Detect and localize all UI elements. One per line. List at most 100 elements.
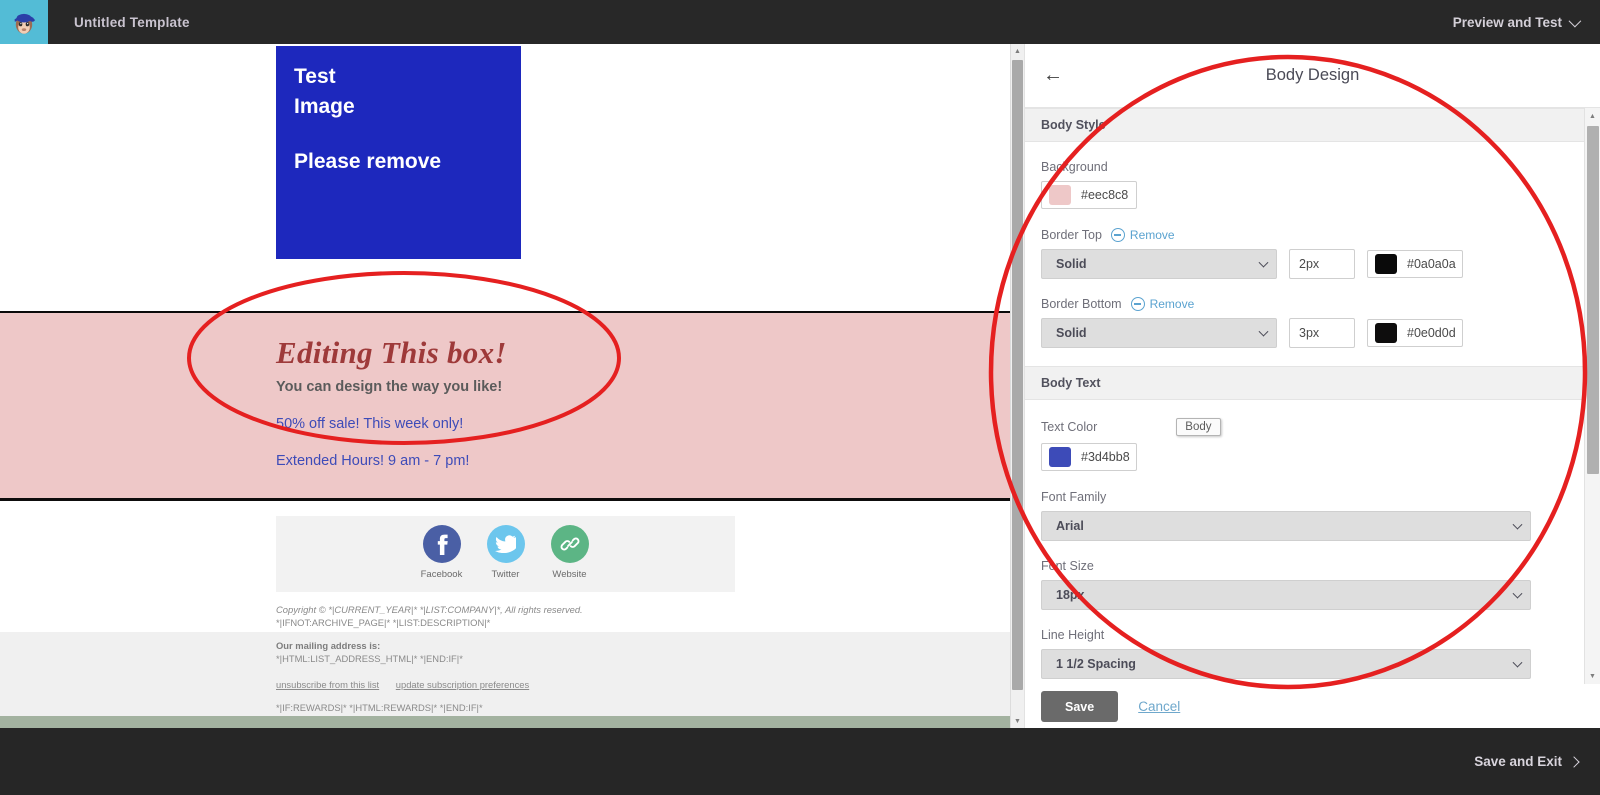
section-header-body-text: Body Text — [1025, 366, 1600, 400]
field-border-top: Border Top Remove Solid #0a0a0a — [1025, 228, 1600, 279]
border-top-color-value: #0a0a0a — [1407, 257, 1456, 271]
panel-scroll-area[interactable]: Body Style Background #eec8c8 Border Top… — [1025, 108, 1600, 684]
field-font-family: Font Family Arial — [1025, 490, 1600, 541]
font-family-label: Font Family — [1041, 490, 1584, 504]
line-height-label: Line Height — [1041, 628, 1584, 642]
body-block-paragraph-1[interactable]: 50% off sale! This week only! — [276, 416, 876, 432]
unsubscribe-link[interactable]: unsubscribe from this list — [276, 679, 379, 690]
line-height-select[interactable]: 1 1/2 Spacing — [1041, 649, 1531, 679]
chevron-down-icon — [1513, 589, 1523, 599]
border-top-style-select[interactable]: Solid — [1041, 249, 1277, 279]
border-bottom-width-input[interactable] — [1289, 318, 1355, 348]
social-label-facebook: Facebook — [415, 569, 469, 580]
body-block-subheading[interactable]: You can design the way you like! — [276, 379, 876, 395]
chevron-down-icon — [1513, 520, 1523, 530]
font-size-select[interactable]: 18px — [1041, 580, 1531, 610]
border-bottom-color-input[interactable]: #0e0d0d — [1367, 319, 1463, 347]
body-block-content: Editing This box! You can design the way… — [276, 335, 876, 469]
background-color-input[interactable]: #eec8c8 — [1041, 181, 1137, 209]
social-label-twitter: Twitter — [479, 569, 533, 580]
back-arrow-icon[interactable]: ← — [1039, 62, 1067, 90]
template-editor-window: Untitled Template Preview and Test Test … — [0, 0, 1600, 795]
border-bottom-label: Border Bottom — [1041, 297, 1122, 311]
link-icon[interactable] — [551, 525, 589, 563]
border-top-remove-button[interactable]: Remove — [1111, 228, 1175, 242]
border-top-label: Border Top — [1041, 228, 1102, 242]
minus-circle-icon — [1131, 297, 1145, 311]
email-social-block[interactable]: Facebook Twitter — [276, 516, 735, 592]
email-footer-block[interactable]: Copyright © *|CURRENT_YEAR|* *|LIST:COMP… — [276, 604, 796, 715]
field-text-color: Text Color Body #3d4bb8 — [1025, 418, 1600, 472]
social-item-website[interactable]: Website — [543, 525, 597, 580]
bottom-toolbar: Save and Exit — [0, 728, 1600, 795]
update-preferences-link[interactable]: update subscription preferences — [396, 679, 529, 690]
minus-circle-icon — [1111, 228, 1125, 242]
email-preview-canvas[interactable]: Test Image Please remove Editing This bo… — [0, 44, 1010, 728]
chevron-down-icon — [1259, 327, 1269, 337]
border-bottom-style-value: Solid — [1056, 326, 1087, 340]
top-toolbar: Untitled Template Preview and Test — [0, 0, 1600, 44]
social-label-website: Website — [543, 569, 597, 580]
panel-scrollbar-thumb[interactable] — [1587, 126, 1599, 474]
section-header-body-style: Body Style — [1025, 108, 1600, 142]
border-top-remove-label: Remove — [1130, 228, 1175, 242]
email-image-block[interactable]: Test Image Please remove — [276, 46, 521, 259]
footer-mailing-value: *|HTML:LIST_ADDRESS_HTML|* *|END:IF|* — [276, 653, 796, 666]
twitter-icon[interactable] — [487, 525, 525, 563]
footer-mailing-label: Our mailing address is: — [276, 640, 796, 653]
social-item-twitter[interactable]: Twitter — [479, 525, 533, 580]
canvas-scrollbar[interactable]: ▲ ▼ — [1010, 44, 1024, 728]
border-top-color-input[interactable]: #0a0a0a — [1367, 250, 1463, 278]
border-bottom-color-value: #0e0d0d — [1407, 326, 1456, 340]
preview-and-test-button[interactable]: Preview and Test — [1453, 0, 1578, 44]
preview-and-test-label: Preview and Test — [1453, 15, 1562, 30]
font-size-label: Font Size — [1041, 559, 1584, 573]
email-body-block[interactable]: Editing This box! You can design the way… — [0, 311, 1010, 501]
border-bottom-remove-button[interactable]: Remove — [1131, 297, 1195, 311]
panel-header: ← Body Design — [1025, 44, 1600, 108]
body-design-panel: ← Body Design Body Style Background #eec… — [1024, 44, 1600, 728]
border-top-label-row: Border Top Remove — [1041, 228, 1584, 242]
body-block-paragraph-2[interactable]: Extended Hours! 9 am - 7 pm! — [276, 453, 876, 469]
chevron-down-icon — [1259, 258, 1269, 268]
mailchimp-freddie-logo[interactable] — [0, 0, 48, 44]
save-button[interactable]: Save — [1041, 691, 1118, 722]
background-label: Background — [1041, 160, 1584, 174]
footer-rewards-line: *|IF:REWARDS|* *|HTML:REWARDS|* *|END:IF… — [276, 702, 796, 715]
border-bottom-color-swatch[interactable] — [1375, 323, 1397, 343]
scroll-up-arrow-icon[interactable]: ▲ — [1586, 109, 1599, 123]
panel-scrollbar[interactable]: ▲ ▼ — [1584, 108, 1600, 684]
scroll-up-arrow-icon[interactable]: ▲ — [1011, 44, 1024, 58]
chevron-down-icon — [1513, 658, 1523, 668]
border-top-width-input[interactable] — [1289, 249, 1355, 279]
facebook-icon[interactable] — [423, 525, 461, 563]
green-footer-band[interactable] — [0, 716, 1010, 728]
text-color-swatch[interactable] — [1049, 447, 1071, 467]
border-bottom-label-row: Border Bottom Remove — [1041, 297, 1584, 311]
border-top-controls: Solid #0a0a0a — [1041, 249, 1584, 279]
save-and-exit-button[interactable]: Save and Exit — [1474, 728, 1578, 795]
scroll-down-arrow-icon[interactable]: ▼ — [1586, 669, 1599, 683]
background-color-swatch[interactable] — [1049, 185, 1071, 205]
template-title: Untitled Template — [74, 0, 190, 44]
body-tooltip-badge: Body — [1176, 418, 1220, 436]
text-color-input[interactable]: #3d4bb8 — [1041, 443, 1137, 471]
text-color-value: #3d4bb8 — [1081, 450, 1130, 464]
body-block-heading[interactable]: Editing This box! — [276, 335, 876, 371]
font-family-select[interactable]: Arial — [1041, 511, 1531, 541]
border-bottom-controls: Solid #0e0d0d — [1041, 318, 1584, 348]
social-item-facebook[interactable]: Facebook — [415, 525, 469, 580]
scroll-down-arrow-icon[interactable]: ▼ — [1011, 714, 1024, 728]
social-icon-row: Facebook Twitter — [276, 516, 735, 580]
line-height-value: 1 1/2 Spacing — [1056, 657, 1136, 671]
text-color-label: Text Color — [1041, 420, 1097, 434]
footer-copyright-line-2: *|IFNOT:ARCHIVE_PAGE|* *|LIST:DESCRIPTIO… — [276, 617, 796, 630]
field-line-height: Line Height 1 1/2 Spacing — [1025, 628, 1600, 679]
border-top-color-swatch[interactable] — [1375, 254, 1397, 274]
canvas-scrollbar-thumb[interactable] — [1012, 60, 1023, 690]
border-bottom-remove-label: Remove — [1150, 297, 1195, 311]
field-border-bottom: Border Bottom Remove Solid #0e0d0d — [1025, 297, 1600, 366]
font-family-value: Arial — [1056, 519, 1084, 533]
border-bottom-style-select[interactable]: Solid — [1041, 318, 1277, 348]
cancel-button[interactable]: Cancel — [1138, 699, 1180, 714]
